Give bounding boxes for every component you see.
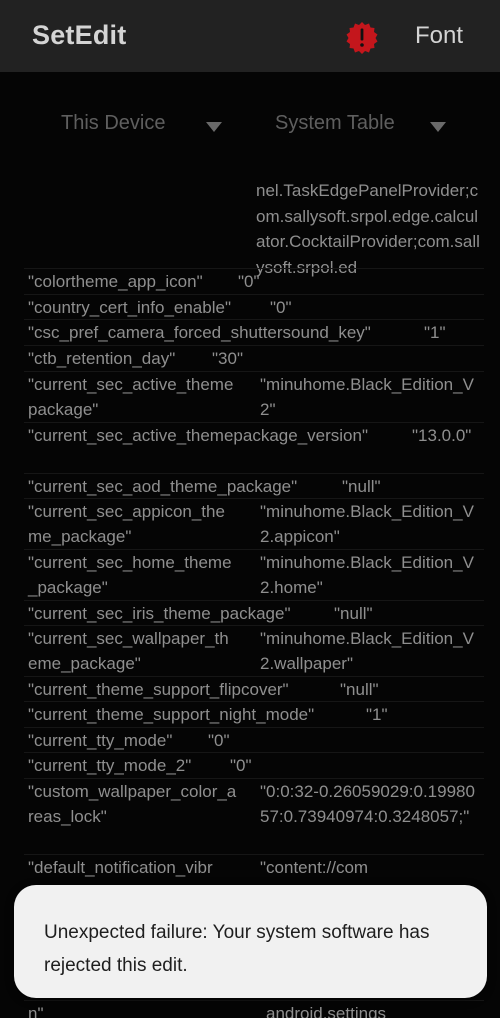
table-row[interactable]: n" android.settings: [24, 1000, 484, 1018]
row-value: "minuhome.Black_Edition_V2": [260, 375, 474, 419]
row-value: "0": [208, 731, 230, 750]
table-row[interactable]: "current_tty_mode" "0": [24, 727, 484, 750]
table-selector-label: System Table: [275, 112, 395, 134]
row-key: "current_tty_mode": [28, 731, 173, 750]
row-value: "null": [342, 477, 381, 496]
table-row[interactable]: "current_sec_wallpaper_theme_package" "m…: [24, 625, 484, 676]
table-row[interactable]: "ctb_retention_day" "30": [24, 345, 484, 368]
row-value: "0:0:32-0.26059029:0.1998057:0.73940974:…: [260, 782, 475, 826]
table-row[interactable]: "current_sec_aod_theme_package" "null": [24, 473, 484, 496]
table-row[interactable]: "current_tty_mode_2" "0": [24, 752, 484, 775]
app-title: SetEdit: [32, 20, 127, 50]
row-key: "colortheme_app_icon": [28, 272, 203, 291]
row-value: "30": [212, 349, 243, 368]
chevron-down-icon: [206, 122, 222, 132]
table-row[interactable]: "custom_wallpaper_color_areas_lock" "0:0…: [24, 778, 484, 855]
table-row[interactable]: "colortheme_app_icon" "0": [24, 268, 484, 291]
row-value: android.settings: [266, 1004, 387, 1018]
row-key: "ctb_retention_day": [28, 349, 176, 368]
value-continuation: nel.TaskEdgePanelProvider;com.sallysoft.…: [256, 181, 480, 277]
row-value: "null": [340, 680, 379, 699]
row-key: "custom_wallpaper_color_areas_lock": [28, 782, 237, 826]
row-key: "current_sec_active_themepackage": [28, 375, 234, 419]
chevron-down-icon: [430, 122, 446, 132]
toast-message: Unexpected failure: Your system software…: [44, 922, 430, 976]
row-key: "current_sec_active_themepackage_version…: [28, 426, 368, 445]
row-value: "0": [238, 272, 260, 291]
table-row[interactable]: "current_sec_active_themepackage" "minuh…: [24, 371, 484, 422]
row-value: "minuhome.Black_Edition_V2.appicon": [260, 502, 474, 546]
row-value: "1": [366, 705, 388, 724]
row-value: "0": [230, 756, 252, 775]
row-key: "current_theme_support_night_mode": [28, 705, 315, 724]
table-row[interactable]: "country_cert_info_enable" "0": [24, 294, 484, 317]
app-bar: SetEdit Font: [0, 0, 500, 72]
table-row[interactable]: "current_sec_active_themepackage_version…: [24, 422, 484, 473]
row-key: "current_sec_wallpaper_theme_package": [28, 629, 229, 673]
row-key: "current_theme_support_flipcover": [28, 680, 289, 699]
row-key: "current_sec_aod_theme_package": [28, 477, 298, 496]
row-value: "minuhome.Black_Edition_V2.home": [260, 553, 474, 597]
row-key: "csc_pref_camera_forced_shuttersound_key…: [28, 323, 371, 342]
row-value: "content://com: [260, 858, 369, 877]
row-key: "default_notification_vibr: [28, 858, 213, 877]
row-value: "null": [334, 604, 373, 623]
error-toast: Unexpected failure: Your system software…: [14, 885, 487, 998]
font-button[interactable]: Font: [415, 22, 463, 50]
table-row[interactable]: "current_sec_iris_theme_package" "null": [24, 600, 484, 623]
row-value: "minuhome.Black_Edition_V2.wallpaper": [260, 629, 474, 673]
row-value: "1": [424, 323, 446, 342]
row-key: "current_tty_mode_2": [28, 756, 192, 775]
row-key: "current_sec_appicon_theme_package": [28, 502, 225, 546]
table-row[interactable]: "current_sec_appicon_theme_package" "min…: [24, 498, 484, 549]
row-value: "0": [270, 298, 292, 317]
table-selector[interactable]: System Table: [275, 112, 455, 144]
device-selector[interactable]: This Device: [61, 112, 231, 144]
row-key: n": [28, 1004, 44, 1018]
table-row[interactable]: "current_theme_support_night_mode" "1": [24, 701, 484, 724]
row-key: "current_sec_home_theme_package": [28, 553, 232, 597]
table-row[interactable]: "current_sec_home_theme_package" "minuho…: [24, 549, 484, 600]
device-selector-label: This Device: [61, 112, 166, 134]
row-value: "13.0.0": [412, 426, 472, 445]
exclamation-circle-icon[interactable]: [344, 20, 380, 56]
row-key: "current_sec_iris_theme_package": [28, 604, 291, 623]
table-row[interactable]: "csc_pref_camera_forced_shuttersound_key…: [24, 319, 484, 342]
row-key: "country_cert_info_enable": [28, 298, 231, 317]
table-row[interactable]: "current_theme_support_flipcover" "null": [24, 676, 484, 699]
